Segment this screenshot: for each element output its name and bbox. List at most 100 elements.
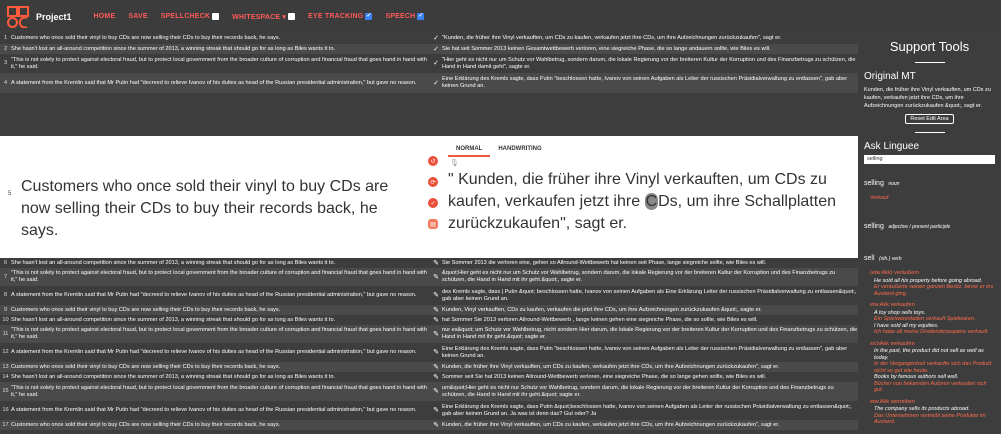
segment-number: 15 [2, 388, 9, 394]
edit-pencil-icon[interactable]: ✎ [430, 422, 442, 429]
support-tools-title: Support Tools [889, 39, 970, 54]
menu-spellcheck[interactable]: SPELLCHECK [161, 13, 220, 20]
segment-row[interactable]: 2 She hasn't lost an all-around competiti… [0, 44, 858, 54]
example-de: Ich habe all meine Dividendenpapiere ver… [874, 329, 989, 335]
sense-heading[interactable]: etw.Akk vertreiben [870, 399, 995, 406]
menu-speech[interactable]: SPEECH ✓ [385, 13, 425, 20]
sense-heading[interactable]: (etw.Akk) veräußern [870, 270, 995, 277]
segment-number: 12 [2, 349, 9, 355]
confirmed-icon[interactable]: ✓ [430, 80, 442, 87]
segment-row[interactable]: 16 A statement from the Kremlin said that… [0, 401, 858, 420]
segment-source: A statement from the Kremlin said that M… [11, 79, 417, 86]
segment-target: Eine Erklärung des Kremls sagte, dass Pu… [442, 403, 852, 417]
segment-row[interactable]: 3 "This is not solely to protect against … [0, 54, 858, 73]
reset-edit-area-button[interactable]: Reset Edit Area [905, 114, 954, 124]
segment-row[interactable]: 13 Customers who once sold their vinyl to… [0, 362, 858, 372]
segment-target: &quot;Hier geht es nicht nur um Schutz v… [442, 270, 836, 283]
segment-source: Customers who once sold their vinyl to b… [11, 35, 281, 41]
segment-target: Eine Erklärung des Kremls sagte, dass Pu… [442, 345, 848, 359]
example-de: Das Unternehmen vertreibt seine Produkte… [874, 412, 986, 426]
speech-checkbox[interactable]: ✓ [417, 13, 425, 20]
tab-handwriting[interactable]: HANDWRITING [490, 144, 549, 157]
linguee-search-input[interactable]: selling [864, 155, 995, 164]
linguee-sense: etw.Akk verkaufen A toy shop sells toys.… [870, 302, 995, 336]
entry-pos: noun [888, 181, 900, 187]
edit-pencil-icon[interactable]: ✎ [430, 407, 442, 414]
edit-pencil-icon[interactable]: ✎ [430, 364, 442, 371]
segment-row[interactable]: 10 She hasn't lost an all-around competit… [0, 315, 858, 325]
example-de: Bücher von bekannten Autoren verkaufen s… [874, 380, 987, 394]
edit-pencil-icon[interactable]: ✎ [430, 260, 442, 267]
sense-heading[interactable]: etw.Akk verkaufen [870, 302, 995, 309]
editor-target-input[interactable]: " Kunden, die früher ihre Vinyl verkauft… [448, 169, 848, 235]
segment-number: 2 [3, 45, 8, 52]
edit-pencil-icon[interactable]: ✎ [430, 317, 442, 324]
edit-pencil-icon[interactable]: ✎ [430, 388, 442, 395]
segment-row[interactable]: 12 A statement from the Kremlin said that… [0, 343, 858, 362]
edit-pencil-icon[interactable]: ✎ [430, 374, 442, 381]
menu-eye-tracking[interactable]: EYE TRACKING ✓ [308, 13, 373, 20]
segment-source: She hasn't lost an all-around competitio… [11, 45, 336, 52]
spellcheck-checkbox[interactable] [212, 13, 220, 20]
confirmed-icon[interactable]: ✓ [430, 46, 442, 53]
entry-word: selling [864, 180, 884, 187]
segment-target: Sommer seit Sie hat 2013 keinen Allround… [442, 373, 767, 380]
segment-row[interactable]: 8A statement from the Kremlin said that … [0, 286, 858, 305]
project-title: Project1 [36, 11, 72, 22]
segment-number: 6 [3, 259, 8, 266]
tab-normal[interactable]: NORMAL [448, 144, 491, 157]
top-menu: HOME SAVE SPELLCHECK WHITESPACE ▾ EYE TR… [94, 13, 425, 21]
edit-pencil-icon[interactable]: ✎ [430, 292, 442, 299]
support-tools-panel: Support Tools Original MT Kunden, die fr… [858, 33, 1001, 434]
segment-target: hat Sommer Sie 2013 verloren Allround-We… [442, 316, 758, 323]
segment-row[interactable]: 6 She hasn't lost an all-around competiti… [0, 258, 858, 268]
segment-row[interactable]: 14 She hasn't lost an all-around competit… [0, 372, 858, 382]
segment-target: "Hier geht es nicht nur um Schutz vor Wa… [442, 56, 856, 70]
segment-row[interactable]: 4A statement from the Kremlin said that … [0, 73, 858, 93]
linguee-sense: (etw.Akk) veräußern He sold all his prop… [870, 270, 995, 297]
segment-target: Kunden, Vinyl verkauften, CDs zu kaufen,… [442, 306, 762, 313]
segment-target: Sie Sommer 2013 die verloren eine, gehen… [442, 259, 767, 266]
segment-number: 7 [3, 273, 8, 280]
segment-row[interactable]: 7 "This is not solely to protect against … [0, 268, 858, 286]
segment-row[interactable]: 17 Customers who once sold their vinyl to… [0, 420, 858, 430]
segment-source: Customers who once sold their vinyl to b… [11, 421, 281, 428]
microphone-icon[interactable]: 🎙 [450, 159, 459, 167]
undo-icon[interactable]: ↺ [428, 156, 438, 166]
app-logo [0, 0, 36, 33]
menu-whitespace[interactable]: WHITESPACE ▾ [232, 13, 296, 21]
original-mt-text: Kunden, die früher ihre Vinyl verkauften… [864, 87, 991, 109]
confirmed-icon[interactable]: ✓ [430, 60, 442, 67]
whitespace-checkbox[interactable] [288, 13, 296, 20]
segment-target: Sie hat seit Sommer 2013 keinen Gesamtwe… [442, 45, 771, 52]
edit-pencil-icon[interactable]: ✎ [430, 331, 442, 338]
menu-save[interactable]: SAVE [128, 13, 147, 20]
segment-source: "This is not solely to protect against e… [11, 384, 427, 398]
segment-number: 3 [3, 60, 8, 66]
segment-number: 13 [2, 363, 9, 370]
menu-home[interactable]: HOME [94, 13, 116, 20]
eye-tracking-checkbox[interactable]: ✓ [365, 13, 373, 20]
linguee-entry: selling adjective / present participle [864, 215, 995, 233]
edit-pencil-icon[interactable]: ✎ [430, 274, 442, 281]
segment-source: She hasn't lost an all-around competitio… [11, 259, 336, 266]
entry-word: selling [864, 223, 884, 230]
segment-number: 17 [2, 421, 9, 428]
linguee-sense: etw.Akk vertreiben The company sells its… [870, 399, 995, 426]
refresh-icon[interactable]: ⟳ [428, 177, 438, 187]
top-bar: Project1 HOME SAVE SPELLCHECK WHITESPACE… [0, 0, 1001, 33]
segment-source: Customers who once sold their vinyl to b… [11, 306, 281, 313]
entry-translation[interactable]: Verkauf [870, 195, 995, 201]
edit-pencil-icon[interactable]: ✎ [430, 349, 442, 356]
edit-pencil-icon[interactable]: ✎ [430, 307, 442, 314]
sense-heading[interactable]: sichAkk verkaufen [870, 341, 995, 348]
segment-row[interactable]: 1 Customers who once sold their vinyl to … [0, 33, 858, 44]
confirm-icon[interactable]: ✓ [428, 198, 438, 208]
segment-row[interactable]: 15 "This is not solely to protect against… [0, 382, 858, 401]
entry-word: sell [864, 255, 875, 262]
segment-row[interactable]: 9 Customers who once sold their vinyl to … [0, 305, 858, 315]
copy-icon[interactable]: ▤ [428, 219, 438, 229]
segment-number: 1 [3, 35, 8, 41]
confirmed-icon[interactable]: ✓ [430, 35, 442, 42]
segment-row[interactable]: 11 "This is not solely to protect against… [0, 325, 858, 343]
